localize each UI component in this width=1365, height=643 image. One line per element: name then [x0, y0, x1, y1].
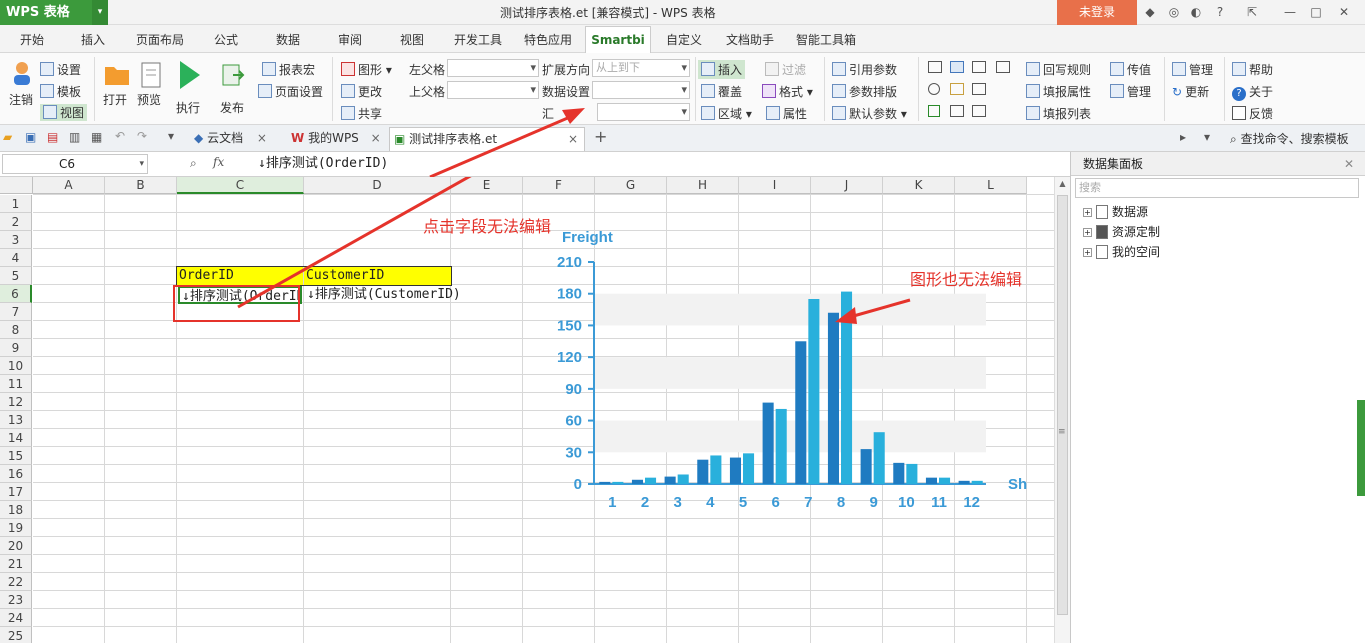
scroll-up-icon[interactable]: ▲ [1057, 179, 1068, 189]
panel-side-handle[interactable] [1357, 400, 1365, 496]
chart-edit-note: 图形也无法编辑 [910, 270, 1023, 289]
tree-item-my-space[interactable]: + 我的空间 [1083, 243, 1160, 261]
expand-icon[interactable]: + [1083, 228, 1092, 237]
panel-search-input[interactable]: 搜索 [1075, 178, 1359, 198]
annotation-arrow-top [429, 108, 585, 177]
tree-item-datasource[interactable]: + 数据源 [1083, 203, 1148, 221]
annotation-arrows [237, 177, 911, 324]
user-icon [1096, 245, 1108, 259]
scroll-thumb[interactable] [1057, 195, 1068, 615]
scroll-grip-icon: ≡ [1058, 427, 1066, 437]
spreadsheet-grid[interactable]: ABCDEFGHIJKL 1 2 3 4 5 6 7 8 9 10 11 12 13 14 15 16 17 18… [0, 177, 1054, 643]
expand-icon[interactable]: + [1083, 248, 1092, 257]
resource-icon [1096, 225, 1108, 239]
close-icon[interactable]: ✕ [1344, 152, 1354, 176]
arrow-to-ribbon [237, 177, 472, 309]
datasource-icon [1096, 205, 1108, 219]
vertical-scrollbar[interactable]: ▲ ≡ [1054, 177, 1070, 643]
dataset-panel: 数据集面板 ✕ 搜索 + 数据源 + 资源定制 + 我的空间 [1070, 152, 1365, 643]
field-edit-note: 点击字段无法编辑 [423, 217, 552, 236]
arrow-line [429, 115, 571, 177]
tree-item-resources[interactable]: + 资源定制 [1083, 223, 1160, 241]
arrow-to-chart [849, 298, 911, 319]
expand-icon[interactable]: + [1083, 208, 1092, 217]
panel-title: 数据集面板 ✕ [1071, 152, 1365, 176]
arrowhead-icon [562, 108, 585, 124]
arrowhead-icon [835, 307, 857, 324]
